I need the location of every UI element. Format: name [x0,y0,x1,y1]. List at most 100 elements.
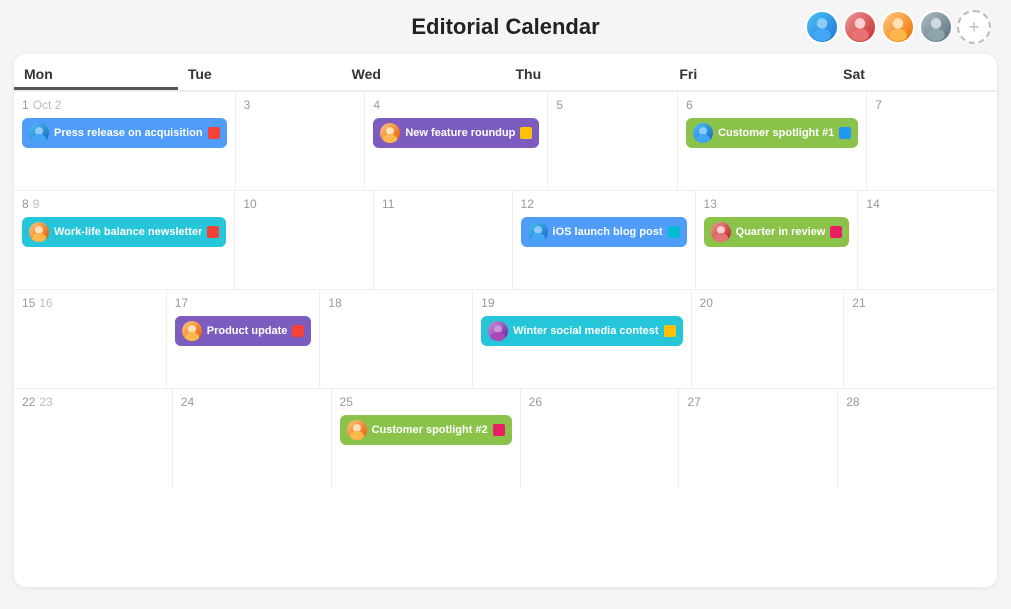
add-avatar-button[interactable]: + [957,10,991,44]
event-label-5: iOS launch blog post [553,226,663,238]
event-tag-7 [292,325,304,337]
date-12: 12 [521,197,534,211]
cell-23: 22 23 [14,389,173,488]
event-avatar-3 [693,123,713,143]
week-num-15: 15 [22,296,35,310]
date-11: 11 [382,197,394,211]
cell-6: 6 Customer spotlight #1 [678,92,867,190]
date-21: 21 [852,296,865,310]
cell-11: 11 [374,191,513,289]
cell-10: 10 [235,191,374,289]
date-14: 14 [866,197,879,211]
avatar-1[interactable] [805,10,839,44]
cell-28: 28 [838,389,997,488]
event-ios-launch[interactable]: iOS launch blog post [521,217,687,247]
date-6: 6 [686,98,693,112]
cell-19: 19 Winter social media contest [473,290,691,388]
date-26: 26 [529,395,542,409]
date-oct2: Oct 2 [33,98,62,112]
cell-25: 25 Customer spotlight #2 [332,389,521,488]
date-17: 17 [175,296,188,310]
event-label-9: Customer spotlight #2 [372,424,488,436]
week-3: 15 16 17 Product update 18 [14,290,997,389]
date-25: 25 [340,395,353,409]
date-27: 27 [687,395,700,409]
calendar-body: 1 Oct 2 Press release on acquisition 3 [14,92,997,587]
event-label-7: Product update [207,325,288,337]
cell-14: 14 [858,191,997,289]
cell-5: 5 [548,92,678,190]
header-fri: Fri [669,54,833,90]
week-2: 8 9 Work-life balance newsletter 10 [14,191,997,290]
date-4: 4 [373,98,380,112]
date-10: 10 [243,197,256,211]
event-avatar-5 [528,222,548,242]
event-tag-1 [208,127,220,139]
cell-9: 8 9 Work-life balance newsletter [14,191,235,289]
event-tag-4 [207,226,219,238]
cell-26: 26 [521,389,680,488]
event-avatar-9 [347,420,367,440]
avatar-2[interactable] [843,10,877,44]
date-20: 20 [700,296,713,310]
event-avatar-7 [182,321,202,341]
cell-12: 12 iOS launch blog post [513,191,696,289]
cell-21: 21 [844,290,997,388]
event-label-2: New feature roundup [405,127,515,139]
page-wrapper: Editorial Calendar + Mon Tue Wed Thu Fri… [0,0,1011,609]
avatar-4[interactable] [919,10,953,44]
event-avatar-8 [488,321,508,341]
event-label-1: Press release on acquisition [54,127,203,139]
event-tag-5 [668,226,680,238]
event-feature-roundup[interactable]: New feature roundup [373,118,539,148]
event-social-media[interactable]: Winter social media contest [481,316,682,346]
header-tue: Tue [178,54,342,90]
event-spotlight-1[interactable]: Customer spotlight #1 [686,118,858,148]
date-23: 23 [39,395,52,409]
event-product-update[interactable]: Product update [175,316,312,346]
cell-18: 18 [320,290,473,388]
cell-13: 13 Quarter in review [696,191,859,289]
avatars-group: + [805,10,991,44]
date-28: 28 [846,395,859,409]
header-sat: Sat [833,54,997,90]
date-3: 3 [244,98,251,112]
event-label-4: Work-life balance newsletter [54,226,202,238]
event-tag-8 [664,325,676,337]
header-thu: Thu [505,54,669,90]
event-avatar-2 [380,123,400,143]
header-mon: Mon [14,54,178,90]
event-newsletter[interactable]: Work-life balance newsletter [22,217,226,247]
event-tag-2 [520,127,532,139]
cell-oct2: 1 Oct 2 Press release on acquisition [14,92,236,190]
event-quarter-review[interactable]: Quarter in review [704,217,850,247]
event-tag-3 [839,127,851,139]
event-avatar-6 [711,222,731,242]
header-wed: Wed [342,54,506,90]
event-avatar-4 [29,222,49,242]
date-19: 19 [481,296,494,310]
cell-24: 24 [173,389,332,488]
event-spotlight-2[interactable]: Customer spotlight #2 [340,415,512,445]
date-13: 13 [704,197,717,211]
week-num-22: 22 [22,395,35,409]
week-4: 22 23 24 25 Customer spotlight #2 [14,389,997,488]
cell-7: 7 [867,92,997,190]
avatar-3[interactable] [881,10,915,44]
event-label-8: Winter social media contest [513,325,658,337]
event-label-3: Customer spotlight #1 [718,127,834,139]
week-num-1: 1 [22,98,29,112]
cell-16: 15 16 [14,290,167,388]
event-press-release[interactable]: Press release on acquisition [22,118,227,148]
week-1: 1 Oct 2 Press release on acquisition 3 [14,92,997,191]
cell-4: 4 New feature roundup [365,92,548,190]
calendar-header: Mon Tue Wed Thu Fri Sat [14,54,997,92]
cell-3: 3 [236,92,366,190]
page-title: Editorial Calendar [411,14,599,40]
date-24: 24 [181,395,194,409]
calendar: Mon Tue Wed Thu Fri Sat 1 Oct 2 [14,54,997,587]
week-num-8: 8 [22,197,29,211]
cell-20: 20 [692,290,845,388]
event-tag-6 [830,226,842,238]
cell-27: 27 [679,389,838,488]
